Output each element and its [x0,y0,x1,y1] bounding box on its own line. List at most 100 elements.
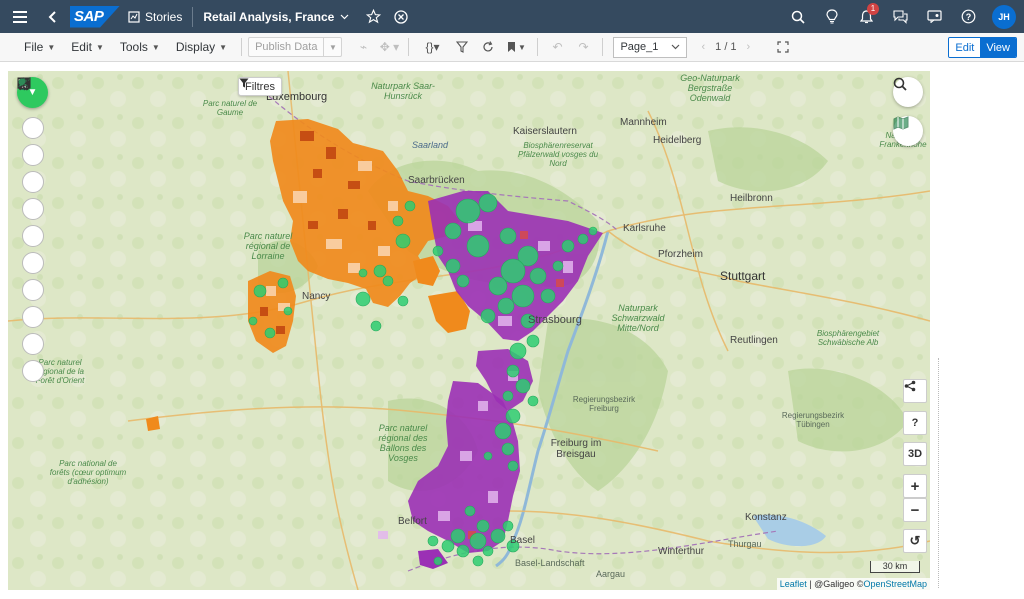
publish-data-button[interactable]: Publish Data ▼ [248,37,343,57]
label-rb-freiburg: Regierungsbezirk Freiburg [572,395,636,413]
map-fold-icon [893,116,909,130]
divider [537,38,539,56]
discussion-icon[interactable] [886,0,914,33]
prev-page-icon[interactable]: ‹ [701,41,705,53]
export-image-icon[interactable] [17,77,44,301]
map-tools: ▼ [17,77,48,382]
help-icon[interactable]: ? [954,0,982,33]
shell-bar: SAP Stories Retail Analysis, France 1 ? [0,0,1024,33]
divider [602,38,604,56]
refresh-icon[interactable] [475,33,501,62]
map-help-button[interactable]: ? [903,411,927,435]
page-selector[interactable]: Page_1 [613,36,688,58]
walking-person-icon[interactable] [18,77,44,193]
filter-icon [239,78,249,88]
label-pforzheim: Pforzheim [658,249,704,260]
tools-menu[interactable]: Tools ▼ [112,33,168,62]
share-button[interactable] [903,379,927,403]
edit-mode-button[interactable]: Edit [949,38,981,57]
filters-button[interactable]: Filtres [238,77,282,96]
label-konstanz: Konstanz [745,512,787,523]
share-icon [904,380,916,392]
notifications-icon[interactable]: 1 [852,0,880,33]
bookmark-icon[interactable]: ▼ [501,33,531,62]
scale-bar: 30 km [870,561,920,573]
back-icon[interactable] [40,0,64,33]
chevron-down-icon: ▼ [219,42,228,52]
layers-icon[interactable] [17,78,44,139]
redo-icon[interactable]: ↷ [570,33,596,62]
label-schwarzwald: Naturpark Schwarzwald Mitte/Nord [611,303,665,333]
search-icon[interactable] [784,0,812,33]
label-stuttgart: Stuttgart [720,269,766,283]
divider [408,38,410,56]
menu-icon[interactable] [0,0,40,33]
tools-wrench-icon[interactable] [18,78,44,355]
chevron-down-icon: ▼ [151,42,160,52]
label-park-vosges: Parc naturel régional des Ballons des Vo… [378,423,428,463]
close-story-icon[interactable] [387,0,415,33]
publish-data-label: Publish Data [255,41,318,53]
label-nancy: Nancy [302,291,331,302]
osm-link[interactable]: OpenStreetMap [863,579,927,589]
layout-icon[interactable]: ✥ ▾ [376,33,402,62]
label-winterthur: Winterthur [658,546,705,557]
geo-map[interactable]: Luxembourg Kaiserslautern Mannheim Heide… [8,71,930,590]
page-count: 1 / 1 [715,41,737,53]
file-menu-label: File [24,40,44,54]
lightbulb-icon[interactable] [818,0,846,33]
chevron-down-icon [340,14,349,19]
selection-cursor-icon[interactable] [17,77,44,220]
favorite-star-icon[interactable] [359,0,387,33]
attribution-sep: | @Galigeo © [806,579,864,589]
label-parc-gaume: Parc naturel de Gaume [202,99,258,117]
user-avatar[interactable]: JH [992,4,1016,29]
chevron-down-icon: ▼ [95,42,104,52]
3d-toggle-button[interactable]: 3D [903,442,927,466]
label-thurgau: Thurgau [728,539,762,549]
page-selector-value: Page_1 [620,41,659,53]
label-odenwald: Geo-Naturpark Bergstraße Odenwald [680,73,740,103]
settings-gear-icon[interactable] [18,78,44,382]
view-mode-button[interactable]: View [980,38,1016,57]
panel-divider [938,358,939,588]
sap-logo[interactable]: SAP [70,5,120,28]
svg-text:?: ? [965,12,971,22]
network-icon[interactable] [17,78,44,328]
fullscreen-icon[interactable] [770,33,796,62]
filter-icon[interactable] [449,33,475,62]
story-title-text: Retail Analysis, France [203,9,335,24]
globe-grid-icon[interactable] [17,77,44,166]
zoom-in-button[interactable]: + [903,474,927,498]
display-menu[interactable]: Display ▼ [168,33,235,62]
formula-icon[interactable]: {}▾ [415,33,449,62]
leaflet-link[interactable]: Leaflet [780,579,807,589]
file-menu[interactable]: File ▼ [16,33,63,62]
reset-view-button[interactable]: ↺ [903,529,927,553]
stories-link[interactable]: Stories [128,10,182,24]
next-page-icon[interactable]: › [747,41,751,53]
story-title[interactable]: Retail Analysis, France [203,10,349,24]
edit-menu[interactable]: Edit ▼ [63,33,112,62]
zoom-out-button[interactable]: − [903,498,927,522]
label-heidelberg: Heidelberg [653,135,702,146]
filters-label: Filtres [245,80,275,93]
label-strasbourg: Strasbourg [528,314,582,326]
label-reutlingen: Reutlingen [730,335,778,346]
pager: ‹ 1 / 1 › [701,41,750,53]
feedback-icon[interactable] [920,0,948,33]
stories-icon [128,10,140,23]
label-belfort: Belfort [398,516,427,527]
label-saar-hunsruck: Naturpark Saar-Hunsrück [371,81,435,101]
label-saarbrucken: Saarbrücken [408,175,465,186]
basemap-button[interactable] [893,116,923,146]
divider [192,6,194,27]
chevron-down-icon[interactable]: ▼ [323,38,341,56]
print-icon[interactable] [18,78,44,274]
undo-icon[interactable]: ↶ [544,33,570,62]
label-park-lorraine: Parc naturel régional de Lorraine [243,231,293,261]
map-search-button[interactable] [893,77,923,107]
display-menu-label: Display [175,40,216,54]
map-fold-icon[interactable] [17,77,44,247]
edit-prompt-icon[interactable]: ⌁ [350,33,376,62]
